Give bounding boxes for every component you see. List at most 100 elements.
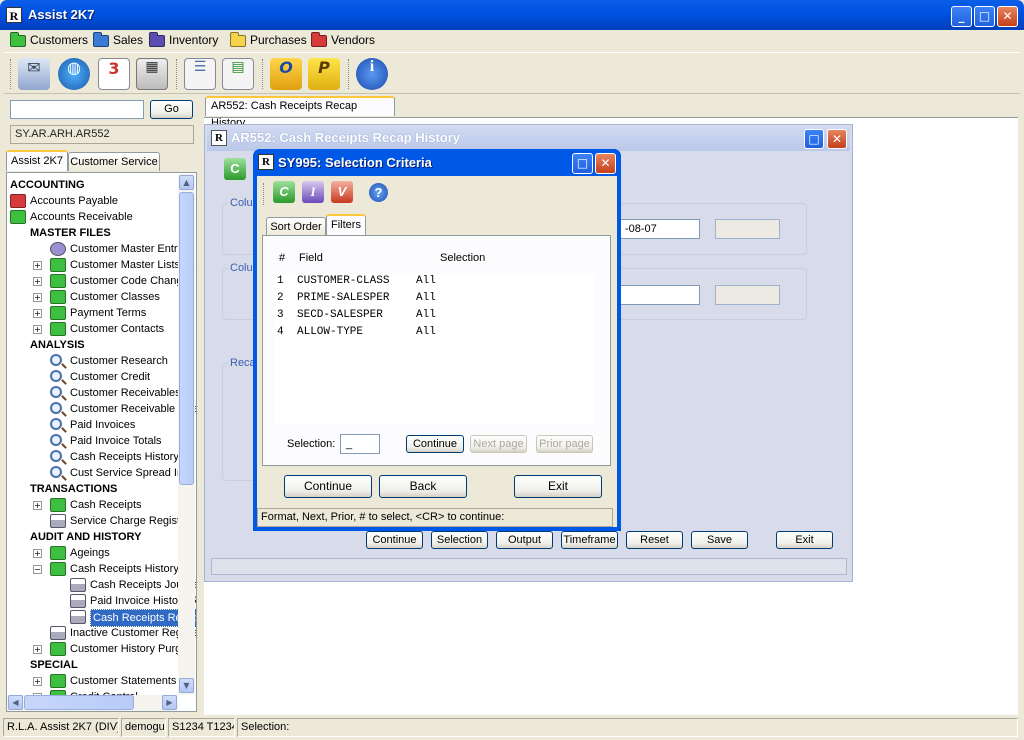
- dialog-continue-small-button[interactable]: Continue: [406, 435, 464, 453]
- toolbar-separator: [176, 59, 179, 89]
- horizontal-scroll-thumb[interactable]: [24, 695, 134, 710]
- tree-item-label: ACCOUNTING: [10, 179, 85, 191]
- prior-page-button[interactable]: Prior page: [536, 435, 593, 453]
- scroll-right-button[interactable]: ▶: [162, 695, 177, 710]
- dialog-maximize-button[interactable]: □: [572, 153, 593, 174]
- ar552-close-button[interactable]: ✕: [827, 129, 847, 149]
- date-field[interactable]: -08-07: [620, 219, 700, 239]
- globe-icon[interactable]: ◍: [58, 58, 90, 90]
- expand-icon[interactable]: +: [33, 293, 42, 302]
- window-title: Assist 2K7: [28, 7, 95, 22]
- maximize-button[interactable]: □: [974, 6, 995, 27]
- dialog-continue-button[interactable]: Continue: [284, 475, 372, 498]
- toolbar-separator: [348, 59, 351, 89]
- selection-button[interactable]: Selection: [431, 531, 488, 549]
- next-page-button[interactable]: Next page: [470, 435, 527, 453]
- expand-icon[interactable]: +: [33, 325, 42, 334]
- continue-c-icon[interactable]: C: [273, 181, 295, 203]
- scroll-thumb[interactable]: [179, 192, 194, 485]
- row-3-field[interactable]: SECD-SALESPER: [297, 309, 383, 321]
- continue-c-icon[interactable]: C: [224, 158, 246, 180]
- selection-input[interactable]: _: [340, 434, 380, 454]
- outlook-icon[interactable]: O: [270, 58, 302, 90]
- ar552-maximize-button[interactable]: □: [804, 129, 824, 149]
- calculator-icon[interactable]: ▦: [136, 58, 168, 90]
- printer-icon: [70, 578, 86, 592]
- info-i-icon[interactable]: I: [302, 181, 324, 203]
- tree-item-label: Customer Contacts: [70, 323, 165, 335]
- menu-tree: ACCOUNTING Accounts Payable Accounts Recei…: [6, 172, 197, 712]
- column-header-selection: Selection: [440, 252, 486, 264]
- tab-ar552[interactable]: AR552: Cash Receipts Recap History: [205, 96, 395, 129]
- menu-sales[interactable]: Sales: [93, 32, 143, 49]
- row-2-field[interactable]: PRIME-SALESPER: [297, 292, 389, 304]
- folder-icon: [93, 32, 109, 47]
- output-button[interactable]: Output: [496, 531, 553, 549]
- info-icon[interactable]: i: [356, 58, 388, 90]
- tree-item-label: Ageings: [70, 547, 110, 559]
- menu-vendors[interactable]: Vendors: [311, 32, 375, 49]
- scroll-down-button[interactable]: ▼: [179, 678, 194, 693]
- envelope-icon[interactable]: ✉: [18, 58, 50, 90]
- row-4-selection: All: [416, 326, 436, 338]
- folder-icon: [50, 498, 66, 512]
- tree-item-label: Customer Statements: [70, 675, 177, 687]
- expand-icon[interactable]: +: [33, 309, 42, 318]
- dialog-close-button[interactable]: ✕: [595, 153, 616, 174]
- tab-sort-order[interactable]: Sort Order: [266, 217, 326, 236]
- menu-customers[interactable]: Customers: [10, 32, 88, 49]
- tree-item-label: Customer Research: [70, 355, 168, 367]
- calendar-icon[interactable]: 3: [98, 58, 130, 90]
- row-1-field[interactable]: CUSTOMER-CLASS: [297, 275, 389, 287]
- tree-item-label: Accounts Payable: [30, 195, 119, 207]
- column-field-2[interactable]: [620, 285, 700, 305]
- row-4-field[interactable]: ALLOW-TYPE: [297, 326, 363, 338]
- minimize-button[interactable]: _: [951, 6, 972, 27]
- magnifier-icon: [50, 386, 62, 398]
- collapse-icon[interactable]: −: [33, 565, 42, 574]
- row-2-selection: All: [416, 292, 436, 304]
- menu-inventory[interactable]: Inventory: [149, 32, 218, 49]
- document-icon[interactable]: ☰: [184, 58, 216, 90]
- help-icon[interactable]: ?: [369, 183, 388, 202]
- printer-icon: [50, 514, 66, 528]
- tree-vertical-scrollbar[interactable]: ▲ ▼: [178, 174, 195, 695]
- expand-icon[interactable]: +: [33, 277, 42, 286]
- columns-group-2-label: Colu: [228, 262, 255, 274]
- menu-purchases[interactable]: Purchases: [230, 32, 307, 49]
- view-v-icon[interactable]: V: [331, 181, 353, 203]
- tree-item-label: Customer Credit: [70, 371, 151, 383]
- tree-item-label: Customer Master Entry: [70, 243, 184, 255]
- exit-button[interactable]: Exit: [776, 531, 833, 549]
- selection-label: Selection:: [287, 438, 336, 450]
- go-button[interactable]: Go: [150, 100, 193, 119]
- continue-button[interactable]: Continue: [366, 531, 423, 549]
- spreadsheet-icon[interactable]: ▤: [222, 58, 254, 90]
- search-input[interactable]: [10, 100, 144, 119]
- expand-icon[interactable]: +: [33, 501, 42, 510]
- tree-horizontal-scrollbar[interactable]: ◀ ▶: [7, 695, 178, 711]
- column-extra-field-2: [715, 285, 780, 305]
- scroll-up-button[interactable]: ▲: [179, 175, 194, 190]
- expand-icon[interactable]: +: [33, 261, 42, 270]
- save-button[interactable]: Save: [691, 531, 748, 549]
- status-user: demogui: [121, 718, 166, 737]
- folder-icon: [149, 32, 165, 47]
- toolbar: ✉ ◍ 3 ▦ ☰ ▤ O P i: [4, 52, 1020, 94]
- status-app: R.L.A. Assist 2K7 (DIV): [3, 718, 119, 737]
- expand-icon[interactable]: +: [33, 677, 42, 686]
- timeframe-button[interactable]: Timeframe: [561, 531, 618, 549]
- dialog-exit-button[interactable]: Exit: [514, 475, 602, 498]
- tab-customer-service[interactable]: Customer Service: [68, 152, 160, 171]
- expand-icon[interactable]: +: [33, 645, 42, 654]
- column-header-field: Field: [299, 252, 323, 264]
- close-button[interactable]: ✕: [997, 6, 1018, 27]
- tab-filters[interactable]: Filters: [326, 214, 366, 235]
- dialog-back-button[interactable]: Back: [379, 475, 467, 498]
- planner-icon[interactable]: P: [308, 58, 340, 90]
- expand-icon[interactable]: +: [33, 549, 42, 558]
- scroll-left-button[interactable]: ◀: [8, 695, 23, 710]
- row-3-number: 3: [277, 309, 284, 321]
- tab-assist-2k7[interactable]: Assist 2K7: [6, 150, 68, 171]
- reset-button[interactable]: Reset: [626, 531, 683, 549]
